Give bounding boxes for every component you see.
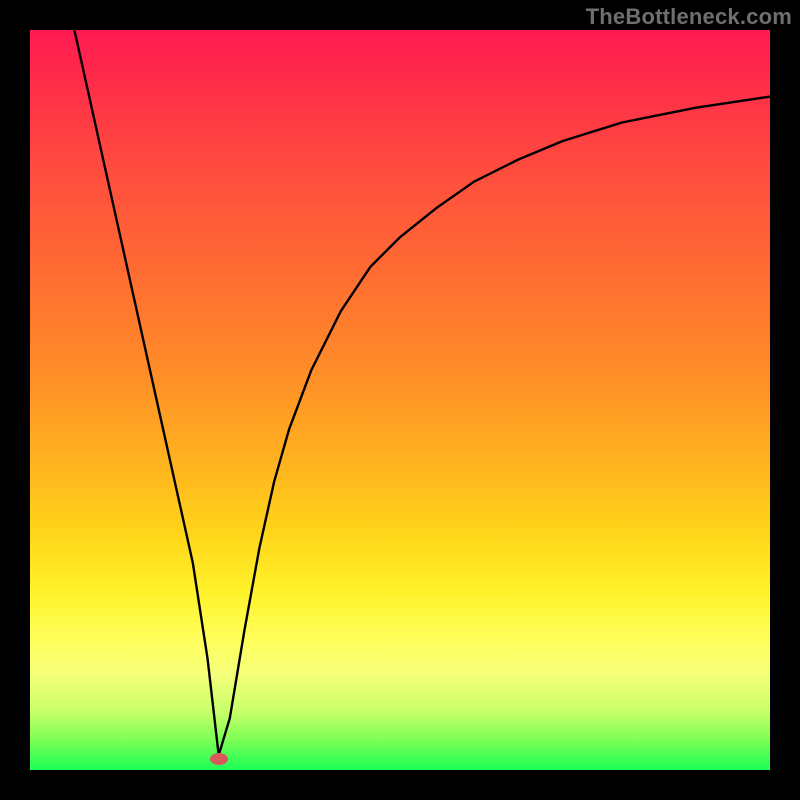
bottleneck-curve — [74, 30, 770, 755]
minimum-marker — [210, 753, 228, 765]
watermark-label: TheBottleneck.com — [586, 4, 792, 30]
plot-area — [30, 30, 770, 770]
curve-svg — [30, 30, 770, 770]
chart-frame: TheBottleneck.com — [0, 0, 800, 800]
